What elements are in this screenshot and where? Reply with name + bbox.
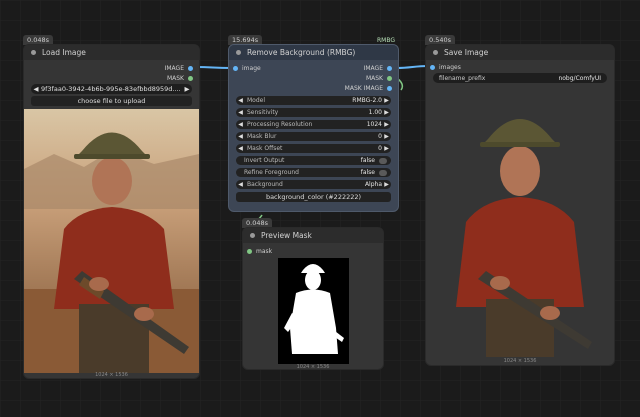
widget-value: false — [360, 157, 375, 164]
output-image-label: IMAGE — [164, 65, 184, 72]
model-widget[interactable]: ◀ Model RMBG-2.0 ▶ — [236, 96, 391, 105]
output-mask-image-label: MASK IMAGE — [344, 85, 383, 92]
preview-mask-size: 1024 × 1536 — [296, 364, 330, 370]
widget-label: Invert Output — [244, 157, 285, 164]
save-image-size: 1024 × 1536 — [503, 358, 537, 364]
rmbg-title-bar[interactable]: Remove Background (RMBG) — [229, 45, 398, 60]
refine-foreground-toggle[interactable]: Refine Foreground false — [236, 168, 391, 177]
output-mask-image[interactable]: MASK IMAGE — [345, 85, 392, 92]
input-image-label: image — [242, 65, 261, 72]
collapse-dot-icon[interactable] — [31, 50, 36, 55]
output-mask-label: MASK — [365, 75, 383, 82]
save-image-title: Save Image — [444, 48, 489, 57]
rmbg-badge: RMBG — [377, 37, 396, 44]
arrow-left-icon[interactable]: ◀ — [236, 133, 245, 140]
widget-value: 1.00 — [368, 109, 382, 116]
output-image[interactable]: IMAGE — [364, 65, 392, 72]
widget-value: Alpha — [364, 181, 382, 188]
widget-label: Refine Foreground — [244, 169, 299, 176]
toggle-icon[interactable] — [379, 169, 387, 176]
sensitivity-widget[interactable]: ◀ Sensitivity 1.00 ▶ — [236, 108, 391, 117]
arrow-right-icon[interactable]: ▶ — [382, 133, 391, 140]
widget-label: Mask Blur — [247, 133, 277, 140]
output-mask[interactable]: MASK — [366, 75, 392, 82]
save-image-title-bar[interactable]: Save Image — [426, 45, 614, 60]
widget-value: false — [360, 169, 375, 176]
background-color-button[interactable]: background_color (#222222) — [236, 192, 391, 202]
widget-label: Mask Offset — [247, 145, 283, 152]
input-image[interactable]: image — [233, 65, 261, 72]
input-mask-label: mask — [256, 248, 273, 255]
output-image[interactable]: IMAGE — [165, 65, 193, 72]
arrow-right-icon[interactable]: ▶ — [382, 145, 391, 152]
filename-prefix-value: nobg/ComfyUI — [558, 74, 601, 82]
arrow-left-icon[interactable]: ◀ — [236, 109, 245, 116]
input-mask[interactable]: mask — [247, 248, 272, 255]
mask-blur-widget[interactable]: ◀ Mask Blur 0 ▶ — [236, 132, 391, 141]
upload-button[interactable]: choose file to upload — [31, 96, 192, 106]
arrow-right-icon[interactable]: ▶ — [382, 109, 391, 116]
arrow-right-icon[interactable]: ▶ — [182, 85, 192, 93]
image-socket-icon[interactable] — [387, 66, 392, 71]
mask-preview-image — [278, 258, 349, 364]
arrow-right-icon[interactable]: ▶ — [382, 181, 391, 188]
load-image-title-bar[interactable]: Load Image — [24, 45, 199, 60]
mask-offset-widget[interactable]: ◀ Mask Offset 0 ▶ — [236, 144, 391, 153]
arrow-left-icon[interactable]: ◀ — [236, 181, 245, 188]
arrow-left-icon[interactable]: ◀ — [31, 85, 41, 93]
input-images[interactable]: images — [430, 64, 461, 71]
widget-value: RMBG-2.0 — [352, 97, 382, 104]
preview-mask-title-bar[interactable]: Preview Mask — [243, 228, 383, 243]
background-widget[interactable]: ◀ Background Alpha ▶ — [236, 180, 391, 189]
wire-image-to-rmbg — [195, 66, 232, 69]
rmbg-node[interactable]: Remove Background (RMBG) image IMAGE MAS… — [228, 44, 399, 212]
loaded-image-preview — [24, 109, 199, 373]
output-mask[interactable]: MASK — [167, 75, 193, 82]
image-file-value: 9f3faa0-3942-4b6b-995e-83efbbd8959d.... — [41, 85, 181, 93]
widget-label: Model — [247, 97, 266, 104]
toggle-icon[interactable] — [379, 157, 387, 164]
load-image-size: 1024 × 1536 — [95, 372, 128, 378]
output-mask-label: MASK — [166, 75, 184, 82]
collapse-dot-icon[interactable] — [433, 50, 438, 55]
image-socket-icon[interactable] — [233, 66, 238, 71]
arrow-left-icon[interactable]: ◀ — [236, 145, 245, 152]
invert-output-toggle[interactable]: Invert Output false — [236, 156, 391, 165]
widget-label: Background — [247, 181, 283, 188]
filename-prefix-label: filename_prefix — [439, 74, 486, 82]
saved-image-preview — [438, 87, 602, 357]
widget-value: 1024 — [366, 121, 382, 128]
image-socket-icon[interactable] — [430, 65, 435, 70]
processing-resolution-widget[interactable]: ◀ Processing Resolution 1024 ▶ — [236, 120, 391, 129]
save-image-node[interactable]: Save Image images filename_prefix nobg/C… — [425, 44, 615, 366]
mask-socket-icon[interactable] — [247, 249, 252, 254]
load-image-title: Load Image — [42, 48, 86, 57]
widget-label: Sensitivity — [247, 109, 279, 116]
wire-image-to-save — [396, 65, 429, 69]
filename-prefix-field[interactable]: filename_prefix nobg/ComfyUI — [433, 73, 607, 83]
widget-label: Processing Resolution — [247, 121, 313, 128]
preview-mask-node[interactable]: Preview Mask mask 1024 × 1536 — [242, 227, 384, 370]
image-file-combo[interactable]: ◀ 9f3faa0-3942-4b6b-995e-83efbbd8959d...… — [31, 84, 192, 94]
image-socket-icon[interactable] — [188, 66, 193, 71]
rmbg-title: Remove Background (RMBG) — [247, 48, 356, 57]
arrow-right-icon[interactable]: ▶ — [382, 97, 391, 104]
output-image-label: IMAGE — [363, 65, 383, 72]
arrow-right-icon[interactable]: ▶ — [382, 121, 391, 128]
input-images-label: images — [439, 64, 461, 71]
load-image-node[interactable]: Load Image IMAGE MASK ◀ 9f3faa0-3942-4b6… — [23, 44, 200, 379]
mask-socket-icon[interactable] — [188, 76, 193, 81]
collapse-dot-icon[interactable] — [250, 233, 255, 238]
mask-socket-icon[interactable] — [387, 76, 392, 81]
preview-mask-title: Preview Mask — [261, 231, 312, 240]
collapse-dot-icon[interactable] — [236, 50, 241, 55]
image-socket-icon[interactable] — [387, 86, 392, 91]
arrow-left-icon[interactable]: ◀ — [236, 121, 245, 128]
arrow-left-icon[interactable]: ◀ — [236, 97, 245, 104]
